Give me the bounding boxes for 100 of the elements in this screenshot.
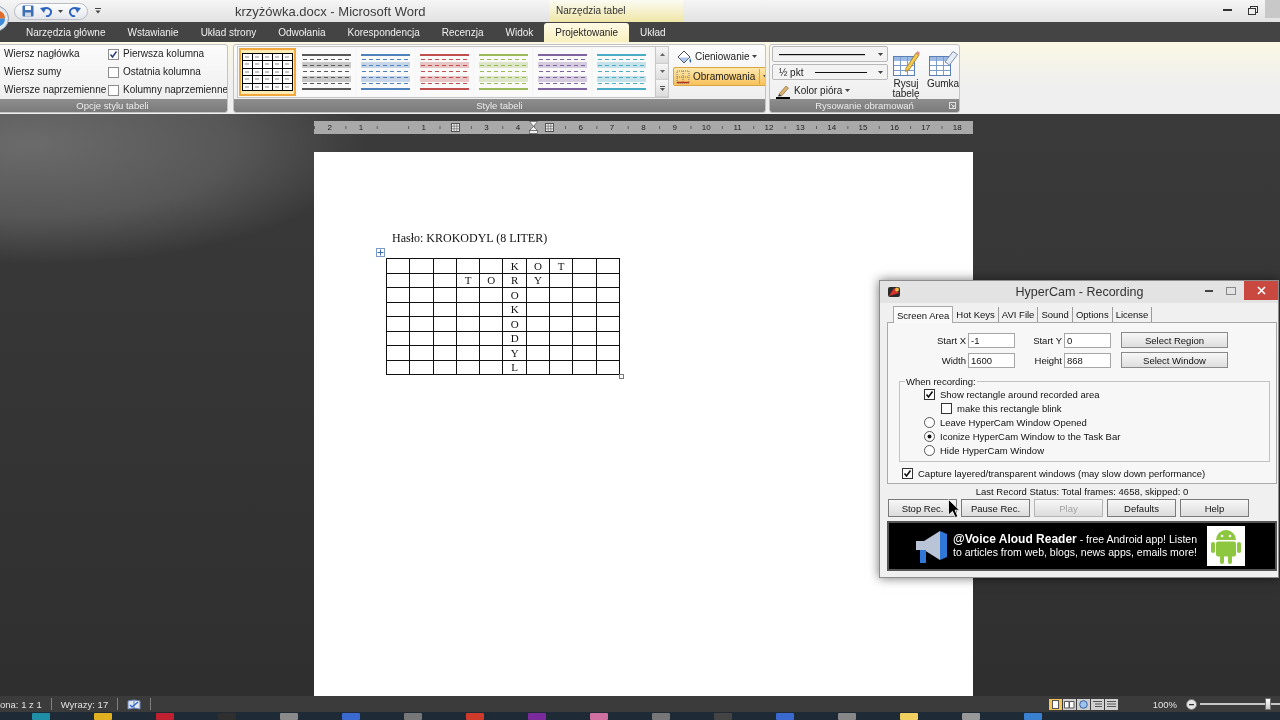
checkbox[interactable] [902, 467, 913, 479]
option-label: make this rectangle blink [957, 402, 1062, 414]
ribbon-tab[interactable]: Układ strony [189, 23, 268, 42]
gallery-scroll-up-button[interactable] [656, 47, 668, 64]
caret-down-icon[interactable] [659, 70, 665, 73]
lines-icon[interactable] [1104, 698, 1118, 710]
ruler-number: 15 [858, 122, 868, 133]
column-marker-icon[interactable] [450, 123, 460, 132]
caret-up-icon[interactable] [659, 53, 665, 57]
caret-icon[interactable] [878, 52, 883, 56]
draw-table-button[interactable]: Rysuj tabelę [890, 46, 922, 99]
group-label: Style tabeli [476, 100, 523, 111]
customize-menu-icon[interactable] [95, 8, 101, 14]
zoom-out-icon[interactable] [1186, 698, 1197, 710]
radio-button[interactable] [924, 430, 935, 442]
android-robot-icon [1207, 526, 1245, 566]
slider-thumb[interactable] [1265, 698, 1271, 710]
redo-icon[interactable] [69, 5, 81, 17]
open-book-icon[interactable] [1062, 698, 1076, 710]
field-label: Start X [935, 334, 967, 346]
help-button[interactable]: Help [1180, 499, 1249, 517]
ribbon-tab[interactable]: Narzędzia główne [15, 23, 117, 42]
border-grid-icon [676, 69, 690, 84]
ribbon-tab[interactable]: Recenzja [430, 23, 495, 42]
checkbox[interactable] [108, 66, 119, 78]
ruler-number: 2 [327, 122, 332, 133]
caret-icon[interactable] [752, 55, 758, 58]
checkbox-label: Wiersz nagłówka [4, 47, 81, 61]
text-field[interactable]: 868 [1064, 352, 1111, 368]
checkbox[interactable] [108, 84, 119, 96]
gallery-more-button[interactable] [656, 80, 668, 97]
page-icon[interactable] [1048, 698, 1062, 710]
ruler-number: 17 [921, 122, 931, 133]
solid-line-icon [814, 70, 867, 74]
option-label: Capture layered/transparent windows (may slow down performance) [918, 467, 1206, 479]
select-button[interactable]: Select Region [1121, 332, 1228, 348]
ribbon-tab[interactable]: Korespondencja [336, 23, 431, 42]
ribbon-tab[interactable]: Układ [629, 23, 677, 42]
radio-button[interactable] [924, 416, 935, 428]
option-label: Hide HyperCam Window [940, 444, 1044, 456]
defaults-button[interactable]: Defaults [1107, 499, 1176, 517]
checkbox[interactable] [924, 388, 935, 400]
ruler-number: 6 [578, 122, 583, 133]
ribbon-tab[interactable]: Widok [494, 23, 545, 42]
ruler-number: 7 [609, 122, 615, 133]
checkbox[interactable] [108, 48, 119, 60]
line-style-dropdown[interactable] [772, 46, 888, 62]
dialog-launcher-icon[interactable] [949, 102, 956, 109]
ruler-number: 14 [827, 122, 837, 133]
eraser-button[interactable]: Gumka [924, 46, 959, 99]
heading-text: Hasło: KROKODYL (8 LITER) [392, 231, 548, 245]
table-resize-handle-icon[interactable] [619, 374, 624, 379]
indent-marker-icon[interactable] [529, 121, 539, 134]
ruler-number: 12 [764, 122, 774, 133]
ruler-number: 16 [890, 122, 899, 133]
field-label: Width [940, 354, 967, 366]
checkbox-label: Ostatnia kolumna [123, 65, 201, 79]
text-field[interactable]: 0 [1064, 332, 1111, 348]
contextual-tab-header: Narzędzia tabel [549, 0, 683, 22]
column-marker-icon[interactable] [544, 123, 554, 132]
text-field[interactable]: -1 [968, 332, 1015, 348]
line-weight-dropdown[interactable]: ½ pkt [772, 64, 888, 80]
table-move-handle-icon[interactable] [376, 248, 385, 257]
globe-icon[interactable] [1076, 698, 1090, 710]
caret-icon[interactable] [58, 9, 63, 13]
ribbon-tab[interactable]: Odwołania [267, 23, 337, 42]
close-icon[interactable] [1256, 286, 1266, 295]
maximize-icon[interactable] [1226, 287, 1236, 295]
close-button[interactable] [1244, 281, 1278, 300]
table-cell: O [526, 258, 550, 273]
ribbon-tab[interactable]: Projektowanie [544, 23, 630, 42]
ribbon-tab[interactable]: Wstawianie [116, 23, 190, 42]
table-with-pencil-icon [892, 49, 920, 77]
field-label: Start Y [1032, 334, 1063, 346]
field-label: Height [1033, 354, 1063, 366]
stop-button[interactable]: Stop Rec. [888, 499, 957, 517]
pen-color-button[interactable]: Kolor pióra [772, 82, 855, 99]
checkbox-label: Wiersz sumy [4, 65, 63, 79]
page-count-text: ona: 1 z 1 [0, 698, 42, 710]
group-box-title: When recording: [905, 376, 977, 387]
pause-button[interactable]: Pause Rec. [961, 499, 1030, 517]
select-button[interactable]: Select Window [1121, 352, 1228, 368]
tab[interactable]: Screen Area [893, 306, 954, 323]
caret-icon[interactable] [845, 89, 851, 92]
window-title: krzyżówka.docx - Microsoft Word [235, 4, 426, 19]
record-status-text: Last Record Status: Total frames: 4658, skipped: 0 [974, 485, 1190, 499]
save-icon[interactable] [22, 5, 34, 17]
restore-icon[interactable] [1247, 5, 1258, 15]
outline-list-icon[interactable] [1090, 698, 1104, 710]
ruler-number: 13 [795, 122, 805, 133]
caret-icon[interactable] [878, 70, 883, 74]
text-field[interactable]: 1600 [968, 352, 1015, 368]
undo-icon[interactable] [40, 5, 52, 17]
borders-button[interactable]: Obramowania [673, 67, 765, 86]
table-cell [456, 258, 480, 273]
checkbox[interactable] [941, 402, 952, 414]
book-icon[interactable] [127, 698, 142, 710]
checkbox-label: Kolumny naprzemienne [123, 83, 227, 97]
expand-icon[interactable] [659, 85, 665, 91]
radio-button[interactable] [924, 444, 935, 456]
